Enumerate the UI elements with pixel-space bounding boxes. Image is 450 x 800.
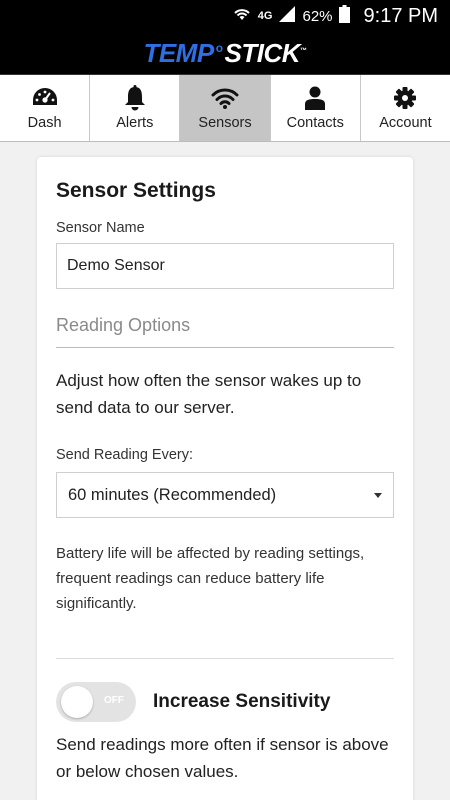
signal-icon: [278, 5, 296, 28]
page-title: Sensor Settings: [56, 179, 216, 202]
network-type: 4G: [257, 10, 273, 22]
dashboard-icon: [32, 85, 58, 111]
send-reading-select[interactable]: 60 minutes (Recommended): [56, 472, 394, 518]
reading-options-heading: Reading Options: [56, 315, 394, 348]
tab-label: Dash: [27, 115, 62, 131]
sensitivity-row: OFF Increase Sensitivity: [56, 682, 394, 722]
tab-contacts[interactable]: Contacts: [271, 75, 361, 141]
wifi-icon: [232, 6, 252, 27]
nav-tabs: Dash Alerts Sensors Contacts Account: [0, 75, 450, 142]
app-header: TEMP oSTICK™: [0, 32, 450, 75]
tab-alerts[interactable]: Alerts: [90, 75, 181, 141]
tab-account[interactable]: Account: [361, 75, 450, 141]
person-icon: [304, 85, 326, 111]
tab-dash[interactable]: Dash: [0, 75, 91, 141]
clock: 9:17 PM: [363, 4, 438, 27]
sensor-settings-card: Sensor Settings Sensor Name Reading Opti…: [37, 157, 413, 800]
toggle-state: OFF: [104, 695, 124, 706]
sensitivity-description: Send readings more often if sensor is ab…: [56, 735, 389, 781]
sensor-name-input[interactable]: [56, 243, 394, 289]
tab-label: Account: [379, 115, 432, 131]
divider: [56, 658, 394, 659]
reading-description: Adjust how often the sensor wakes up to …: [56, 371, 362, 417]
tab-label: Contacts: [286, 115, 344, 131]
sensitivity-title: Increase Sensitivity: [153, 691, 331, 712]
brand-logo: TEMP oSTICK™: [143, 37, 307, 68]
tab-label: Sensors: [198, 115, 252, 131]
wifi-icon: [211, 85, 239, 111]
tab-label: Alerts: [116, 115, 154, 131]
bell-icon: [124, 85, 146, 111]
battery-note: Battery life will be affected by reading…: [56, 545, 365, 612]
send-reading-value: 60 minutes (Recommended): [68, 485, 277, 504]
toggle-knob: [61, 686, 93, 718]
send-reading-label: Send Reading Every:: [56, 447, 194, 463]
status-bar: 4G 62% 9:17 PM: [0, 0, 450, 32]
tab-sensors[interactable]: Sensors: [180, 75, 271, 141]
sensitivity-toggle[interactable]: OFF: [56, 682, 136, 722]
battery-icon: [338, 4, 350, 28]
sensor-name-label: Sensor Name: [56, 220, 145, 236]
battery-percent: 62%: [302, 7, 333, 25]
gear-icon: [394, 85, 417, 111]
caret-down-icon: [374, 492, 382, 498]
